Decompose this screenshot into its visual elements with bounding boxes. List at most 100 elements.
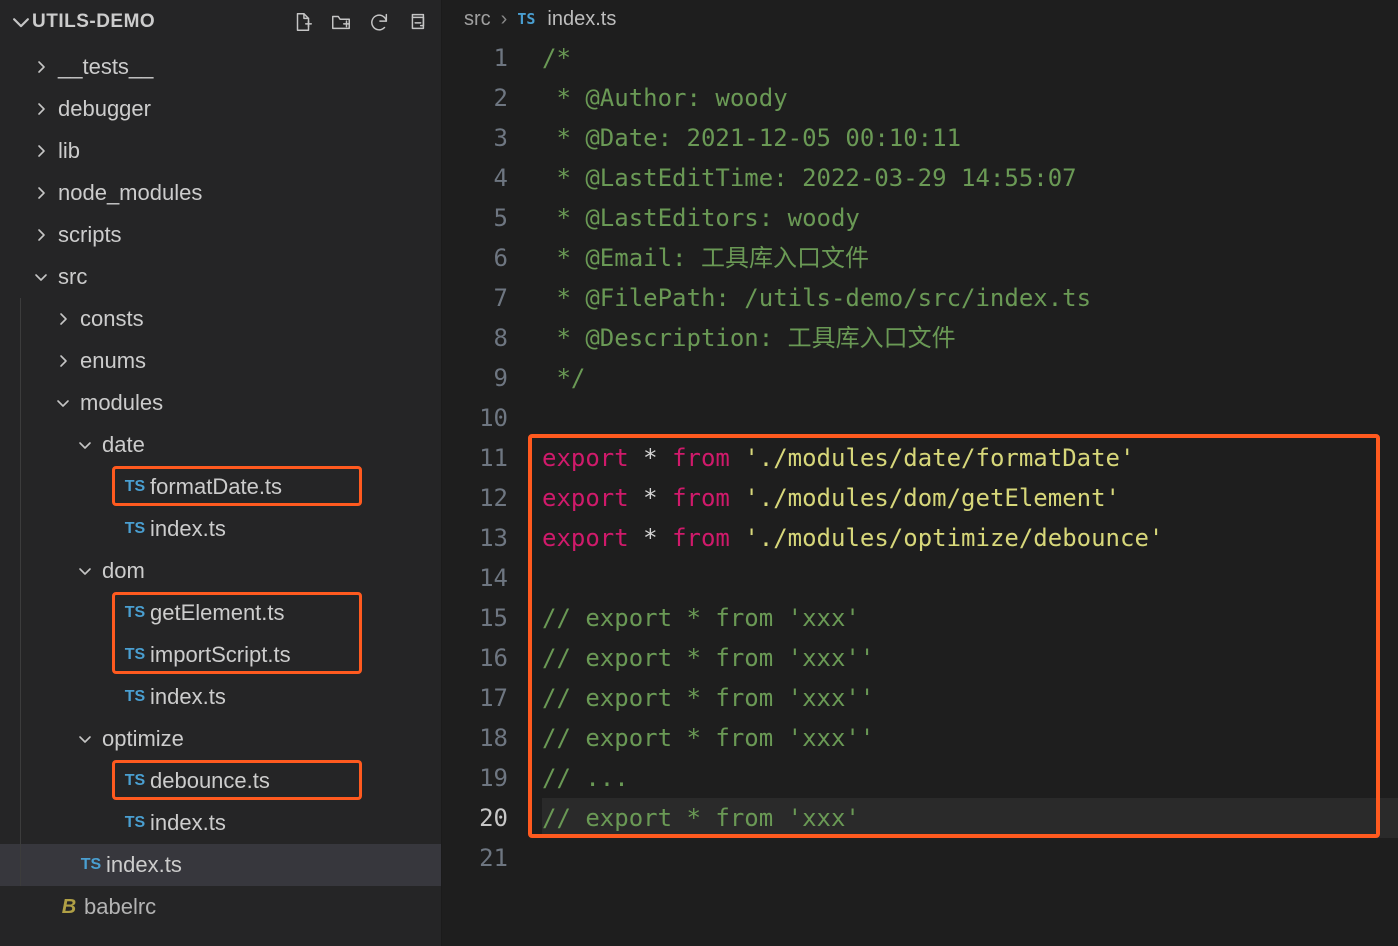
code-token: from xyxy=(672,484,730,512)
tree-item-label: __tests__ xyxy=(58,54,153,80)
folder-item[interactable]: __tests__ xyxy=(0,46,441,88)
code-line[interactable]: // export * from 'xxx'' xyxy=(542,678,1398,718)
folder-item[interactable]: src xyxy=(0,256,441,298)
chevron-right-icon[interactable] xyxy=(28,185,54,201)
line-number: 17 xyxy=(442,678,508,718)
folder-item[interactable]: modules xyxy=(0,382,441,424)
code-token: * @LastEditTime: 2022-03-29 14:55:07 xyxy=(542,164,1077,192)
file-item[interactable]: TSindex.ts xyxy=(0,676,441,718)
file-item[interactable]: TSimportScript.ts xyxy=(0,634,441,676)
file-item[interactable]: TSindex.ts xyxy=(0,802,441,844)
breadcrumb-file[interactable]: index.ts xyxy=(547,8,616,31)
tree-item-label: getElement.ts xyxy=(150,600,285,626)
ts-file-icon: TS xyxy=(517,10,535,28)
code-token: './modules/date/formatDate' xyxy=(744,444,1134,472)
folder-item[interactable]: lib xyxy=(0,130,441,172)
code-token xyxy=(658,484,672,512)
folder-item[interactable]: scripts xyxy=(0,214,441,256)
line-gutter: 123456789101112131415161718192021 xyxy=(442,38,542,946)
code-line[interactable]: // export * from 'xxx' xyxy=(542,798,1398,838)
code-body[interactable]: /* * @Author: woody * @Date: 2021-12-05 … xyxy=(542,38,1398,946)
line-number: 7 xyxy=(442,278,508,318)
line-number: 1 xyxy=(442,38,508,78)
new-file-icon[interactable] xyxy=(291,10,315,34)
code-token: // export * from 'xxx' xyxy=(542,804,860,832)
line-number: 8 xyxy=(442,318,508,358)
code-line[interactable]: /* xyxy=(542,38,1398,78)
chevron-down-icon[interactable] xyxy=(10,11,32,33)
line-number: 13 xyxy=(442,518,508,558)
code-line[interactable] xyxy=(542,838,1398,878)
line-number: 15 xyxy=(442,598,508,638)
folder-item[interactable]: node_modules xyxy=(0,172,441,214)
code-line[interactable]: // export * from 'xxx'' xyxy=(542,638,1398,678)
code-line[interactable]: */ xyxy=(542,358,1398,398)
chevron-right-icon[interactable] xyxy=(28,143,54,159)
code-token: * @Date: 2021-12-05 00:10:11 xyxy=(542,124,961,152)
line-number: 12 xyxy=(442,478,508,518)
code-editor[interactable]: 123456789101112131415161718192021 /* * @… xyxy=(442,38,1398,946)
folder-item[interactable]: debugger xyxy=(0,88,441,130)
line-number: 3 xyxy=(442,118,508,158)
code-line[interactable]: // export * from 'xxx'' xyxy=(542,718,1398,758)
chevron-down-icon[interactable] xyxy=(50,395,76,411)
code-token: // ... xyxy=(542,764,629,792)
folder-item[interactable]: dom xyxy=(0,550,441,592)
chevron-down-icon[interactable] xyxy=(72,437,98,453)
breadcrumb[interactable]: src › TS index.ts xyxy=(442,0,1398,38)
code-line[interactable]: // export * from 'xxx' xyxy=(542,598,1398,638)
chevron-down-icon[interactable] xyxy=(72,731,98,747)
editor-area: src › TS index.ts 1234567891011121314151… xyxy=(442,0,1398,946)
chevron-right-icon[interactable] xyxy=(50,311,76,327)
code-line[interactable]: export * from './modules/dom/getElement' xyxy=(542,478,1398,518)
code-line[interactable]: * @Email: 工具库入口文件 xyxy=(542,238,1398,278)
code-token: * xyxy=(643,444,657,472)
breadcrumb-seg[interactable]: src xyxy=(464,8,491,31)
ts-file-icon: TS xyxy=(76,856,106,874)
code-line[interactable]: export * from './modules/optimize/deboun… xyxy=(542,518,1398,558)
code-line[interactable]: * @LastEditTime: 2022-03-29 14:55:07 xyxy=(542,158,1398,198)
code-token xyxy=(629,484,643,512)
file-item[interactable]: TSgetElement.ts xyxy=(0,592,441,634)
code-line[interactable]: * @Author: woody xyxy=(542,78,1398,118)
new-folder-icon[interactable] xyxy=(329,10,353,34)
chevron-down-icon[interactable] xyxy=(72,563,98,579)
code-line[interactable]: * @Description: 工具库入口文件 xyxy=(542,318,1398,358)
code-token: * xyxy=(643,524,657,552)
code-token xyxy=(629,524,643,552)
tree-item-label: optimize xyxy=(102,726,184,752)
code-line[interactable]: * @LastEditors: woody xyxy=(542,198,1398,238)
code-line[interactable]: * @Date: 2021-12-05 00:10:11 xyxy=(542,118,1398,158)
file-item[interactable]: TSindex.ts xyxy=(0,844,441,886)
refresh-icon[interactable] xyxy=(367,10,391,34)
file-item[interactable]: Bbabelrc xyxy=(0,886,441,928)
code-line[interactable]: // ... xyxy=(542,758,1398,798)
code-line[interactable]: * @FilePath: /utils-demo/src/index.ts xyxy=(542,278,1398,318)
babel-file-icon: B xyxy=(54,896,84,919)
code-line[interactable] xyxy=(542,398,1398,438)
tree-item-label: index.ts xyxy=(106,852,182,878)
chevron-right-icon[interactable] xyxy=(28,101,54,117)
collapse-all-icon[interactable] xyxy=(405,10,429,34)
tree-item-label: node_modules xyxy=(58,180,202,206)
chevron-right-icon[interactable] xyxy=(28,227,54,243)
folder-item[interactable]: optimize xyxy=(0,718,441,760)
code-token xyxy=(658,524,672,552)
file-tree[interactable]: __tests__ debuggerlib node_modulesscriptss… xyxy=(0,44,441,946)
file-item[interactable]: TSformatDate.ts xyxy=(0,466,441,508)
code-token: // export * from 'xxx'' xyxy=(542,684,874,712)
code-line[interactable] xyxy=(542,558,1398,598)
folder-item[interactable]: enums xyxy=(0,340,441,382)
folder-item[interactable]: consts xyxy=(0,298,441,340)
chevron-right-icon[interactable] xyxy=(28,59,54,75)
chevron-right-icon[interactable] xyxy=(50,353,76,369)
tree-item-label: importScript.ts xyxy=(150,642,291,668)
code-line[interactable]: export * from './modules/date/formatDate… xyxy=(542,438,1398,478)
code-token: * @Description: 工具库入口文件 xyxy=(542,324,956,352)
code-token xyxy=(658,444,672,472)
folder-item[interactable]: date xyxy=(0,424,441,466)
file-item[interactable]: TSindex.ts xyxy=(0,508,441,550)
code-token: * @Author: woody xyxy=(542,84,788,112)
chevron-down-icon[interactable] xyxy=(28,269,54,285)
file-item[interactable]: TSdebounce.ts xyxy=(0,760,441,802)
